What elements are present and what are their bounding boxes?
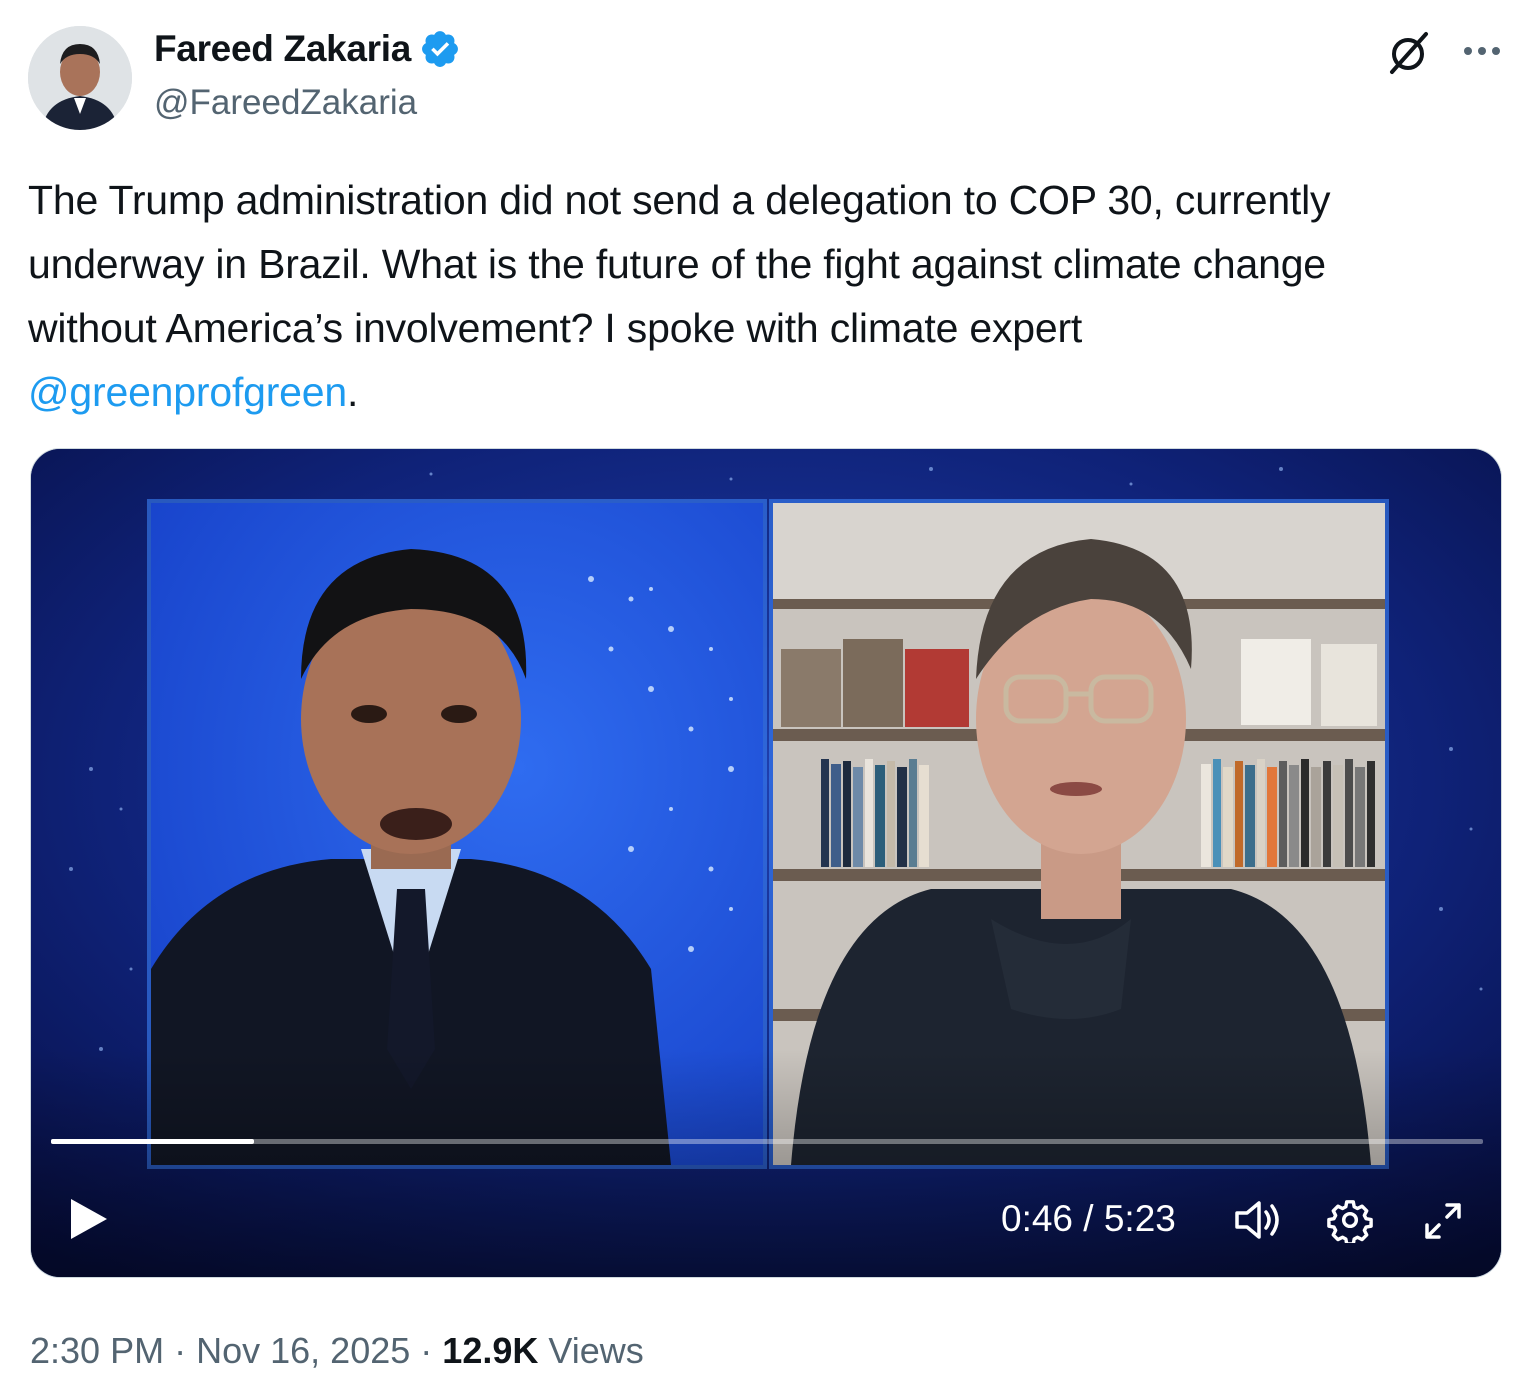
fullscreen-icon[interactable] [1421,1199,1465,1243]
views-count: 12.9K [442,1330,539,1371]
tweet-time[interactable]: 2:30 PM [30,1330,164,1371]
author-display-name[interactable]: Fareed Zakaria [154,26,461,72]
avatar[interactable] [28,26,132,130]
video-current-time: 0:46 [1001,1198,1074,1239]
mention-link[interactable]: @greenprofgreen [28,369,347,415]
profile-photo [28,26,132,130]
meta-separator: · [174,1330,187,1371]
video-time-separator: / [1083,1198,1094,1239]
grok-icon[interactable] [1384,28,1434,78]
meta-separator: · [420,1330,433,1371]
author-handle[interactable]: @FareedZakaria [154,82,417,124]
video-progress-bar[interactable] [51,1139,1483,1144]
tweet-text-line: The Trump administration did not send a … [28,177,1331,223]
tweet-meta: 2:30 PM · Nov 16, 2025 · 12.9K Views [30,1328,644,1374]
tweet-date[interactable]: Nov 16, 2025 [196,1330,410,1371]
tweet-text-line: without America’s involvement? I spoke w… [28,305,1083,351]
views-label: Views [548,1330,644,1371]
tweet-trailing-punctuation: . [347,369,359,415]
tweet-text-line: @greenprofgreen. [28,360,1518,424]
play-icon[interactable] [61,1193,113,1245]
tweet-text-line: underway in Brazil. What is the future o… [28,241,1326,287]
video-frame [31,449,1501,1277]
tweet-text: The Trump administration did not send a … [28,168,1518,424]
settings-gear-icon[interactable] [1327,1197,1373,1243]
video-time-readout: 0:46 / 5:23 [1001,1197,1176,1241]
video-player[interactable]: 0:46 / 5:23 [30,448,1502,1278]
video-progress-fill [51,1139,255,1144]
author-name-text: Fareed Zakaria [154,28,412,69]
video-duration: 5:23 [1103,1198,1176,1239]
volume-icon[interactable] [1233,1197,1283,1243]
verified-badge-icon [422,31,458,67]
more-options-icon[interactable] [1460,36,1504,66]
